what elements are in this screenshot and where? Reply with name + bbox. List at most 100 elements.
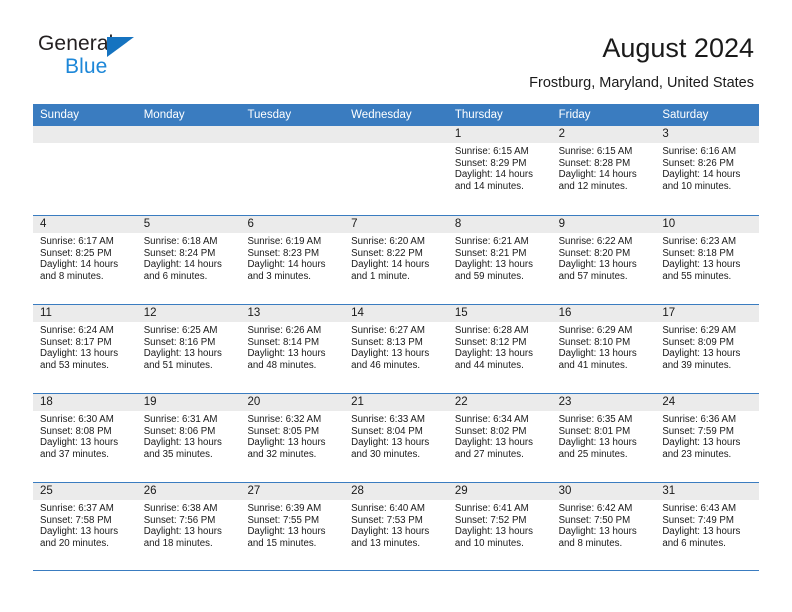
sunset-text: Sunset: 8:24 PM <box>143 247 216 259</box>
day-number: 30 <box>551 483 656 500</box>
day-number: 1 <box>447 126 552 143</box>
logo-text-general: General <box>38 32 114 55</box>
day-cell[interactable]: 18 Sunrise: 6:30 AM Sunset: 8:08 PM Dayl… <box>33 394 137 482</box>
day-cell[interactable]: 12 Sunrise: 6:25 AM Sunset: 8:16 PM Dayl… <box>136 305 241 393</box>
day-cell[interactable]: 21 Sunrise: 6:33 AM Sunset: 8:04 PM Dayl… <box>344 394 448 482</box>
day-number: 13 <box>240 305 345 322</box>
daylight-text-line1: Daylight: 14 hours <box>454 169 533 181</box>
day-details: Sunrise: 6:24 AM Sunset: 8:17 PM Dayligh… <box>33 322 137 371</box>
day-cell[interactable]: 4 Sunrise: 6:17 AM Sunset: 8:25 PM Dayli… <box>33 216 137 304</box>
weekday-header-saturday: Saturday <box>662 109 709 121</box>
day-cell[interactable]: 11 Sunrise: 6:24 AM Sunset: 8:17 PM Dayl… <box>33 305 137 393</box>
day-cell[interactable]: 28 Sunrise: 6:40 AM Sunset: 7:53 PM Dayl… <box>344 483 448 570</box>
sunrise-text: Sunrise: 6:38 AM <box>143 503 218 514</box>
sunset-text: Sunset: 8:08 PM <box>40 425 112 437</box>
day-cell[interactable]: 3 Sunrise: 6:16 AM Sunset: 8:26 PM Dayli… <box>655 126 760 215</box>
day-cell[interactable] <box>33 126 137 215</box>
day-number: 26 <box>136 483 241 500</box>
daylight-text-line2: and 20 minutes. <box>40 537 109 549</box>
sunset-text: Sunset: 7:58 PM <box>40 514 112 526</box>
sunset-text: Sunset: 8:28 PM <box>558 157 631 169</box>
general-blue-logo[interactable]: General Blue <box>38 32 168 84</box>
sunrise-text: Sunrise: 6:41 AM <box>454 503 529 514</box>
day-cell[interactable]: 10 Sunrise: 6:23 AM Sunset: 8:18 PM Dayl… <box>655 216 760 304</box>
day-cell[interactable]: 15 Sunrise: 6:28 AM Sunset: 8:12 PM Dayl… <box>447 305 552 393</box>
day-number: 16 <box>551 305 656 322</box>
daylight-text-line2: and 32 minutes. <box>247 448 317 460</box>
daylight-text-line2: and 12 minutes. <box>558 180 628 192</box>
daylight-text-line2: and 44 minutes. <box>454 359 524 371</box>
daylight-text-line1: Daylight: 13 hours <box>558 259 637 271</box>
day-cell[interactable]: 14 Sunrise: 6:27 AM Sunset: 8:13 PM Dayl… <box>344 305 448 393</box>
day-details: Sunrise: 6:23 AM Sunset: 8:18 PM Dayligh… <box>655 233 759 282</box>
day-details: Sunrise: 6:21 AM Sunset: 8:21 PM Dayligh… <box>448 233 552 282</box>
sunset-text: Sunset: 8:22 PM <box>351 247 423 259</box>
day-cell[interactable]: 29 Sunrise: 6:41 AM Sunset: 7:52 PM Dayl… <box>447 483 552 570</box>
daylight-text-line1: Daylight: 13 hours <box>454 259 533 271</box>
day-number: 8 <box>447 216 552 233</box>
day-details: Sunrise: 6:19 AM Sunset: 8:23 PM Dayligh… <box>240 233 344 282</box>
day-cell[interactable]: 23 Sunrise: 6:35 AM Sunset: 8:01 PM Dayl… <box>551 394 656 482</box>
day-cell[interactable]: 19 Sunrise: 6:31 AM Sunset: 8:06 PM Dayl… <box>136 394 241 482</box>
daylight-text-line1: Daylight: 14 hours <box>143 259 222 271</box>
day-cell[interactable]: 26 Sunrise: 6:38 AM Sunset: 7:56 PM Dayl… <box>136 483 241 570</box>
day-number: 11 <box>33 305 137 322</box>
logo-text-blue: Blue <box>65 55 108 78</box>
day-number <box>33 126 137 143</box>
sunset-text: Sunset: 8:02 PM <box>454 425 527 437</box>
day-details: Sunrise: 6:20 AM Sunset: 8:22 PM Dayligh… <box>344 233 448 282</box>
daylight-text-line1: Daylight: 13 hours <box>351 348 430 360</box>
daylight-text-line2: and 13 minutes. <box>351 537 421 549</box>
day-number: 22 <box>447 394 552 411</box>
day-number: 27 <box>240 483 345 500</box>
day-cell[interactable] <box>240 126 345 215</box>
day-details: Sunrise: 6:27 AM Sunset: 8:13 PM Dayligh… <box>344 322 448 371</box>
day-cell[interactable]: 20 Sunrise: 6:32 AM Sunset: 8:05 PM Dayl… <box>240 394 345 482</box>
day-cell[interactable]: 6 Sunrise: 6:19 AM Sunset: 8:23 PM Dayli… <box>240 216 345 304</box>
sunset-text: Sunset: 8:18 PM <box>662 247 734 259</box>
daylight-text-line1: Daylight: 13 hours <box>40 348 119 360</box>
sunset-text: Sunset: 7:55 PM <box>247 514 320 526</box>
sunset-text: Sunset: 8:26 PM <box>662 157 734 169</box>
day-cell[interactable]: 13 Sunrise: 6:26 AM Sunset: 8:14 PM Dayl… <box>240 305 345 393</box>
weekday-header-row: Sunday Monday Tuesday Wednesday Thursday… <box>33 104 759 126</box>
sunset-text: Sunset: 7:59 PM <box>662 425 734 437</box>
calendar-grid: Sunday Monday Tuesday Wednesday Thursday… <box>33 104 760 571</box>
sunrise-text: Sunrise: 6:26 AM <box>247 325 322 336</box>
day-cell[interactable]: 9 Sunrise: 6:22 AM Sunset: 8:20 PM Dayli… <box>551 216 656 304</box>
daylight-text-line2: and 10 minutes. <box>454 537 524 549</box>
day-cell[interactable]: 5 Sunrise: 6:18 AM Sunset: 8:24 PM Dayli… <box>136 216 241 304</box>
day-cell[interactable]: 22 Sunrise: 6:34 AM Sunset: 8:02 PM Dayl… <box>447 394 552 482</box>
day-cell[interactable]: 27 Sunrise: 6:39 AM Sunset: 7:55 PM Dayl… <box>240 483 345 570</box>
daylight-text-line2: and 35 minutes. <box>143 448 213 460</box>
week-row: 1 Sunrise: 6:15 AM Sunset: 8:29 PM Dayli… <box>33 126 760 215</box>
day-cell[interactable]: 25 Sunrise: 6:37 AM Sunset: 7:58 PM Dayl… <box>33 483 137 570</box>
daylight-text-line1: Daylight: 14 hours <box>40 259 119 271</box>
sunset-text: Sunset: 7:53 PM <box>351 514 423 526</box>
day-details <box>240 143 344 146</box>
daylight-text-line1: Daylight: 14 hours <box>558 169 637 181</box>
daylight-text-line2: and 41 minutes. <box>558 359 628 371</box>
day-cell[interactable]: 2 Sunrise: 6:15 AM Sunset: 8:28 PM Dayli… <box>551 126 656 215</box>
day-details: Sunrise: 6:39 AM Sunset: 7:55 PM Dayligh… <box>240 500 344 549</box>
sunset-text: Sunset: 8:01 PM <box>558 425 631 437</box>
logo-triangle-icon <box>107 37 134 57</box>
day-cell[interactable] <box>136 126 241 215</box>
day-cell[interactable]: 1 Sunrise: 6:15 AM Sunset: 8:29 PM Dayli… <box>447 126 552 215</box>
weekday-header-wednesday: Wednesday <box>351 109 412 121</box>
daylight-text-line2: and 37 minutes. <box>40 448 109 460</box>
sunset-text: Sunset: 7:50 PM <box>558 514 631 526</box>
day-details: Sunrise: 6:33 AM Sunset: 8:04 PM Dayligh… <box>344 411 448 460</box>
day-details: Sunrise: 6:36 AM Sunset: 7:59 PM Dayligh… <box>655 411 759 460</box>
day-cell[interactable]: 8 Sunrise: 6:21 AM Sunset: 8:21 PM Dayli… <box>447 216 552 304</box>
day-cell[interactable] <box>344 126 448 215</box>
day-cell[interactable]: 17 Sunrise: 6:29 AM Sunset: 8:09 PM Dayl… <box>655 305 760 393</box>
day-cell[interactable]: 16 Sunrise: 6:29 AM Sunset: 8:10 PM Dayl… <box>551 305 656 393</box>
page-header: General Blue August 2024 Frostburg, Mary… <box>0 0 792 100</box>
day-number: 25 <box>33 483 137 500</box>
day-cell[interactable]: 24 Sunrise: 6:36 AM Sunset: 7:59 PM Dayl… <box>655 394 760 482</box>
day-cell[interactable]: 7 Sunrise: 6:20 AM Sunset: 8:22 PM Dayli… <box>344 216 448 304</box>
day-cell[interactable]: 30 Sunrise: 6:42 AM Sunset: 7:50 PM Dayl… <box>551 483 656 570</box>
sunrise-text: Sunrise: 6:17 AM <box>40 236 114 247</box>
day-cell[interactable]: 31 Sunrise: 6:43 AM Sunset: 7:49 PM Dayl… <box>655 483 760 570</box>
